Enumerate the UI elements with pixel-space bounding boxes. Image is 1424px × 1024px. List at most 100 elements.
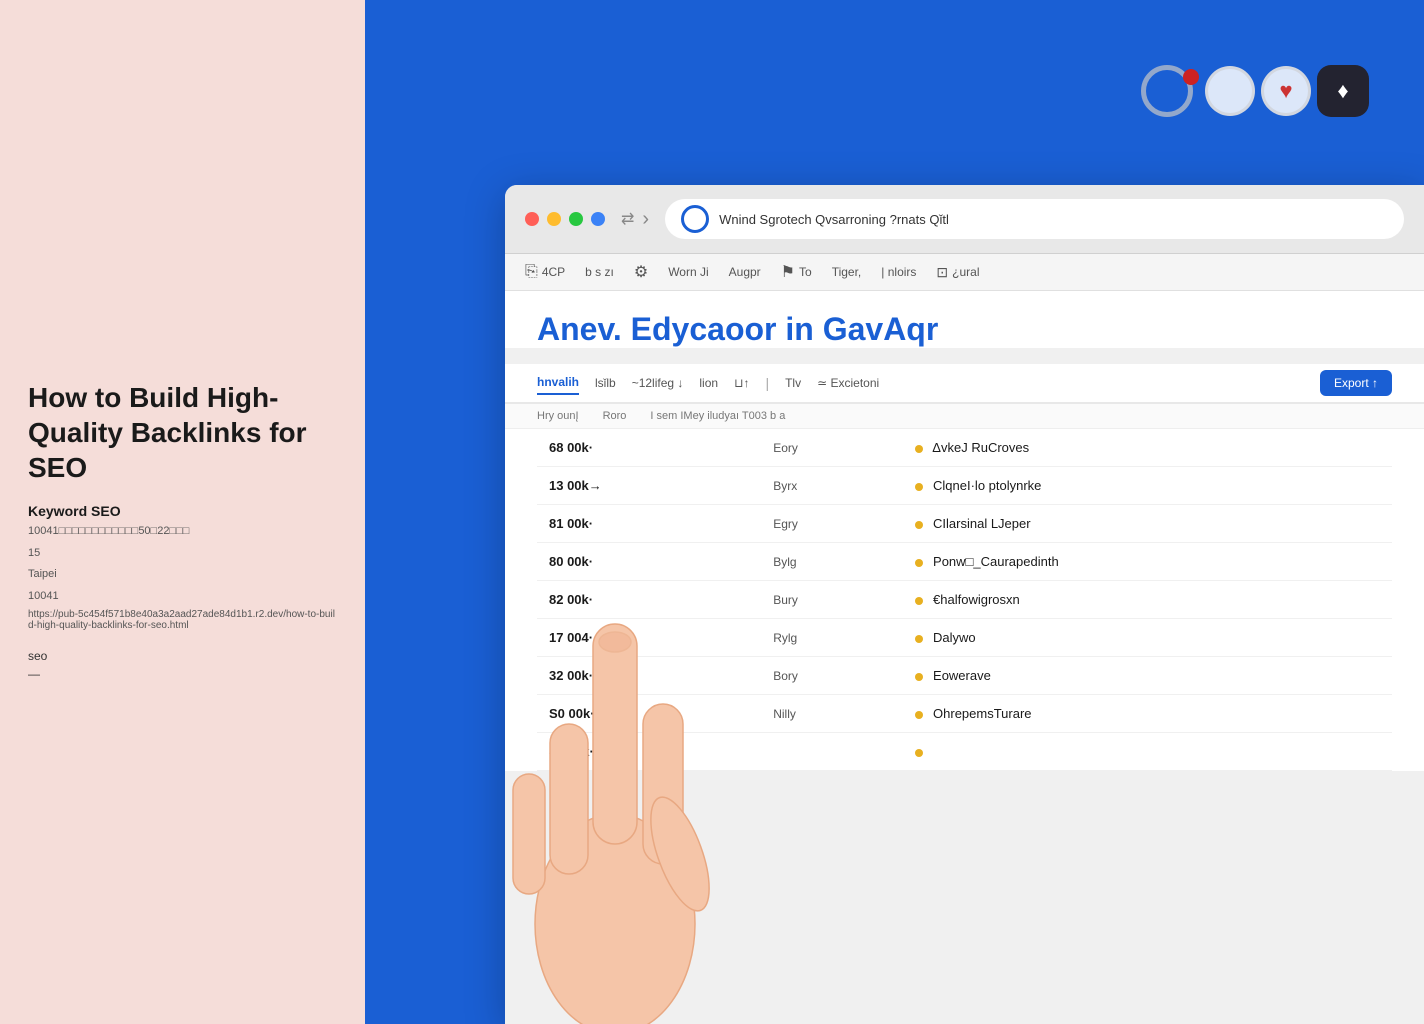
main-area: ♥ ♦ ⇄ › Wnind Sgrotech Qvsarroning ?rnat… <box>365 0 1424 1024</box>
table-row[interactable]: 82 00k· Bury €halfowigrosxn <box>537 581 1392 619</box>
volume-cell: 13 00k→ <box>537 467 761 505</box>
extra-button[interactable] <box>591 212 605 226</box>
page-title: How to Build High-Quality Backlinks for … <box>28 380 337 485</box>
col2-cell: Eory <box>761 429 903 467</box>
page-heading: Anev. Edycaoor in GavAqr <box>537 311 1392 348</box>
subnav-item-2[interactable]: lsǐlb <box>595 372 616 394</box>
keyword-cell <box>903 733 1392 771</box>
keyword-cell: ClqneI·lo ptolynrke <box>903 467 1392 505</box>
browser-icons-row: ♥ ♦ <box>1141 65 1369 117</box>
keyword-cell: Eowerave <box>903 657 1392 695</box>
toolbar-icon-3: ⚙ <box>634 262 648 282</box>
subheader-2: Roro <box>603 410 627 422</box>
heading-suffix: in GavAqr <box>785 311 938 347</box>
table-row[interactable]: 17 004· Rylg Dalywo <box>537 619 1392 657</box>
table-row[interactable]: 68 00k· Eory ΔvkeJ RuCroves <box>537 429 1392 467</box>
keyword-cell: Dalywo <box>903 619 1392 657</box>
sidebar-url: https://pub-5c454f571b8e40a3a2aad27ade84… <box>28 609 337 631</box>
sidebar: How to Build High-Quality Backlinks for … <box>0 0 365 1024</box>
subnav-item-5[interactable]: ⊔↑ <box>734 372 749 394</box>
toolbar-label-5: Augpr <box>729 265 761 279</box>
keyword-cell: CIlarsinal LJeper <box>903 505 1392 543</box>
table-row[interactable]: 8F 00k· <box>537 733 1392 771</box>
meta-city: Taipei <box>28 566 337 584</box>
keyword-cell: ΔvkeJ RuCroves <box>903 429 1392 467</box>
col2-cell: Egry <box>761 505 903 543</box>
toolbar-item-3[interactable]: ⚙ <box>634 262 648 282</box>
volume-cell: S0 00k· <box>537 695 761 733</box>
toolbar-item-5[interactable]: Augpr <box>729 265 761 279</box>
back-icon[interactable]: ⇄ <box>621 209 634 229</box>
table-row[interactable]: S0 00k· Nilly OhrepemsTurare <box>537 695 1392 733</box>
heading-black: Anev. <box>537 311 622 347</box>
keyword-cell: OhrepemsTurare <box>903 695 1392 733</box>
heading-blue: Edycaoor <box>631 311 777 347</box>
table-row[interactable]: 13 00k→ Byrx ClqneI·lo ptolynrke <box>537 467 1392 505</box>
sidebar-tag: seo <box>28 649 337 663</box>
table-row[interactable]: 81 00k· Egry CIlarsinal LJeper <box>537 505 1392 543</box>
toolbar-icon-6: ⚑ <box>781 262 795 282</box>
subheader-1: Hry ounĮ <box>537 410 579 422</box>
forward-icon[interactable]: › <box>642 208 649 231</box>
subnav-item-6[interactable]: | <box>765 371 769 395</box>
close-button[interactable] <box>525 212 539 226</box>
toolbar-item-6[interactable]: ⚑ To <box>781 262 812 282</box>
keyword-label: Keyword SEO <box>28 503 337 519</box>
traffic-lights <box>525 212 605 226</box>
toolbar-item-9[interactable]: ⊡ ¿ural <box>936 264 979 281</box>
subnav-item-7[interactable]: Tlv <box>785 372 801 394</box>
toolbar-label-1: 4CP <box>542 265 565 279</box>
meta-id: 10041 <box>28 588 337 606</box>
subheader-3: I sem IMey iludyaı T003 b a <box>650 410 785 422</box>
data-table-container: 68 00k· Eory ΔvkeJ RuCroves 13 00k→ Byrx… <box>505 429 1424 771</box>
toolbar-label-6: To <box>799 265 812 279</box>
address-text: Wnind Sgrotech Qvsarroning ?rnats Qǐtl <box>719 212 949 227</box>
page-title-area: Anev. Edycaoor in GavAqr <box>505 291 1424 348</box>
volume-cell: 68 00k· <box>537 429 761 467</box>
volume-cell: 17 004· <box>537 619 761 657</box>
minimize-button[interactable] <box>547 212 561 226</box>
subnav-item-4[interactable]: lion <box>699 372 718 394</box>
red-dot-icon <box>1183 69 1199 85</box>
toolbar-item-2[interactable]: b s zı <box>585 265 614 279</box>
keyword-cell: €halfowigrosxn <box>903 581 1392 619</box>
col2-cell: Byrx <box>761 467 903 505</box>
toolbar-item-7[interactable]: Tiger, <box>832 265 862 279</box>
subnav-item-8[interactable]: ≃ Excietoni <box>817 372 879 394</box>
toolbar-item-4[interactable]: Worn Ji <box>668 265 708 279</box>
address-bar[interactable]: Wnind Sgrotech Qvsarroning ?rnats Qǐtl <box>665 199 1404 239</box>
meta-line2: 15 <box>28 545 337 563</box>
browser-window: ⇄ › Wnind Sgrotech Qvsarroning ?rnats Qǐ… <box>505 185 1424 1024</box>
nav-buttons: ⇄ › <box>621 208 649 231</box>
toolbar-label-2: b s zı <box>585 265 614 279</box>
volume-cell: 8F 00k· <box>537 733 761 771</box>
subnav-item-3[interactable]: ~12lifeg ↓ <box>632 372 684 394</box>
browser-toolbar: ⎘ 4CP b s zı ⚙ Worn Ji Augpr ⚑ To Tiger, <box>505 254 1424 291</box>
meta-line1: 10041□□□□□□□□□□□□50□22□□□ <box>28 523 337 541</box>
table-row[interactable]: 80 00k· Bylg Ponw□_Caurapedinth <box>537 543 1392 581</box>
toolbar-item-1[interactable]: ⎘ 4CP <box>525 263 565 281</box>
volume-cell: 32 00k· <box>537 657 761 695</box>
sub-nav: hnvalih lsǐlb ~12lifeg ↓ lion ⊔↑ | Tlv ≃… <box>505 364 1424 404</box>
toolbar-label-7: Tiger, <box>832 265 862 279</box>
toolbar-icon-9: ⊡ <box>936 264 948 281</box>
col2-cell <box>761 733 903 771</box>
export-button[interactable]: Export ↑ <box>1320 370 1392 396</box>
data-table: 68 00k· Eory ΔvkeJ RuCroves 13 00k→ Byrx… <box>537 429 1392 771</box>
volume-cell: 82 00k· <box>537 581 761 619</box>
toolbar-label-9: ¿ural <box>952 265 979 279</box>
browser-chrome: ⇄ › Wnind Sgrotech Qvsarroning ?rnats Qǐ… <box>505 185 1424 254</box>
maximize-button[interactable] <box>569 212 583 226</box>
heart-icon: ♥ <box>1261 66 1311 116</box>
sidebar-tag2: — <box>28 667 337 681</box>
volume-cell: 80 00k· <box>537 543 761 581</box>
toolbar-item-8[interactable]: | nloirs <box>881 265 916 279</box>
toolbar-label-8: | nloirs <box>881 265 916 279</box>
table-subheader: Hry ounĮ Roro I sem IMey iludyaı T003 b … <box>505 404 1424 429</box>
table-row[interactable]: 32 00k· Bory Eowerave <box>537 657 1392 695</box>
toolbar-label-4: Worn Ji <box>668 265 708 279</box>
col2-cell: Bury <box>761 581 903 619</box>
col2-cell: Bylg <box>761 543 903 581</box>
col2-cell: Nilly <box>761 695 903 733</box>
subnav-item-1[interactable]: hnvalih <box>537 371 579 395</box>
